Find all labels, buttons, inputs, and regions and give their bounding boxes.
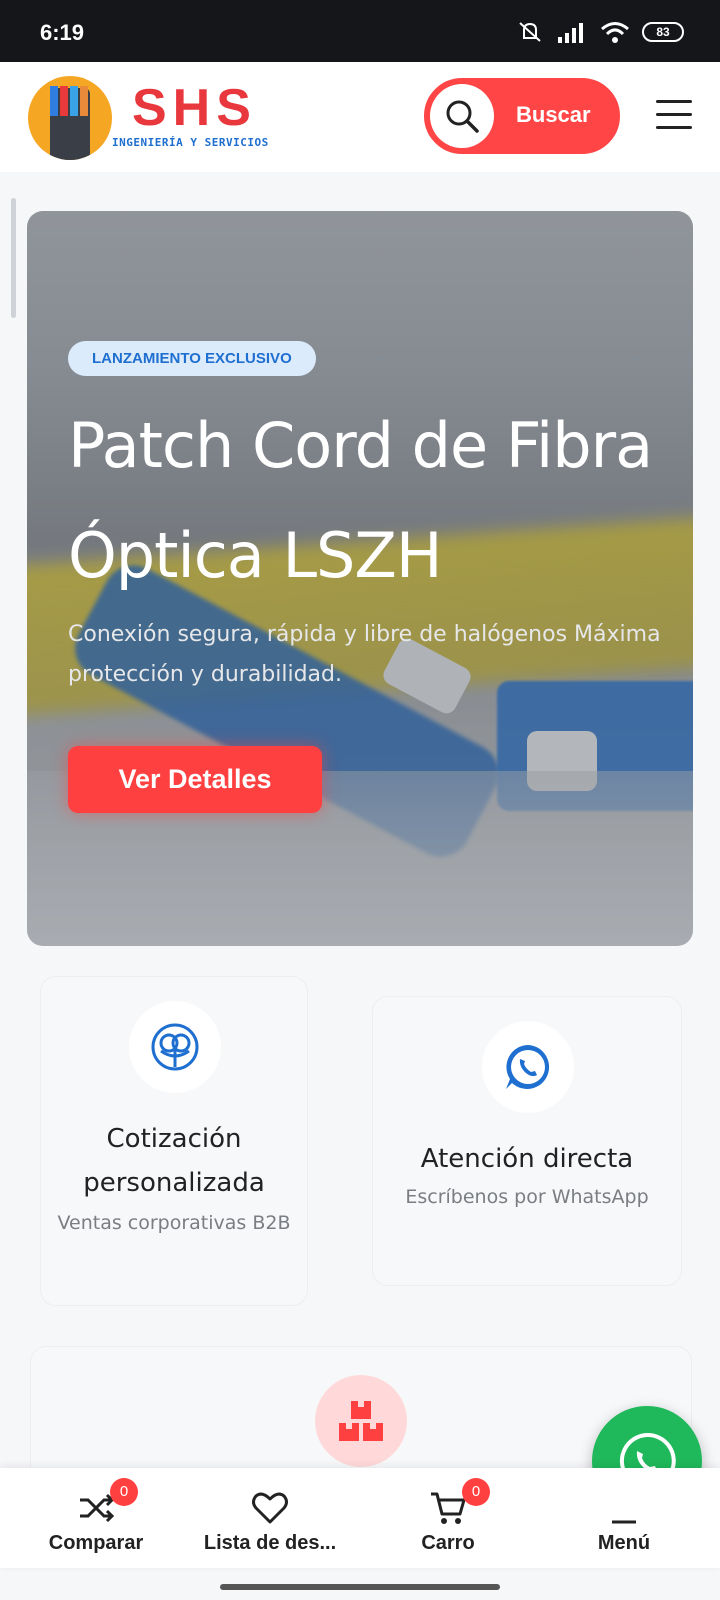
hero-description: Conexión segura, rápida y libre de halóg… bbox=[68, 622, 661, 687]
status-bar: 6:19 83 bbox=[0, 0, 720, 62]
nav-label: Lista de des... bbox=[203, 1532, 337, 1554]
logo-subtitle: INGENIERÍA Y SERVICIOS bbox=[112, 136, 269, 149]
boxes-icon-wrap bbox=[315, 1375, 407, 1467]
scrollbar[interactable] bbox=[11, 198, 16, 318]
feature-subtitle: Escríbenos por WhatsApp bbox=[405, 1186, 649, 1208]
nav-item-wishlist[interactable]: Lista de des... bbox=[180, 1468, 360, 1568]
menu-icon bbox=[612, 1520, 636, 1524]
hero-title: Patch Cord de Fibra Óptica LSZH bbox=[68, 409, 653, 592]
feature-card-whatsapp[interactable]: Atención directa Escríbenos por WhatsApp bbox=[372, 996, 682, 1286]
feature-subtitle: Ventas corporativas B2B bbox=[57, 1212, 291, 1234]
search-button[interactable]: Buscar bbox=[424, 78, 620, 154]
boxes-icon bbox=[339, 1401, 383, 1441]
nav-item-menu[interactable]: Menú bbox=[534, 1468, 714, 1568]
mute-icon bbox=[519, 22, 541, 42]
nav-label: Comparar bbox=[48, 1532, 144, 1554]
ver-detalles-button[interactable]: Ver Detalles bbox=[68, 746, 322, 813]
logo-text: SHS bbox=[132, 79, 257, 137]
hero-badge: LANZAMIENTO EXCLUSIVO bbox=[68, 341, 316, 376]
site-logo[interactable]: SHS INGENIERÍA Y SERVICIOS bbox=[28, 76, 288, 160]
status-time: 6:19 bbox=[40, 20, 85, 45]
heart-icon bbox=[252, 1492, 288, 1524]
search-label: Buscar bbox=[516, 102, 591, 127]
status-icons: 83 bbox=[516, 20, 684, 44]
whatsapp-icon bbox=[506, 1045, 550, 1089]
compare-count-badge: 0 bbox=[110, 1478, 138, 1506]
wifi-icon bbox=[601, 22, 629, 43]
hero-banner: LANZAMIENTO EXCLUSIVO Patch Cord de Fibr… bbox=[27, 211, 693, 946]
nav-item-compare[interactable]: 0 Comparar bbox=[6, 1468, 186, 1568]
cart-count-badge: 0 bbox=[462, 1478, 490, 1506]
feature-card-quote[interactable]: Cotización personalizada Ventas corporat… bbox=[40, 976, 308, 1306]
site-header: SHS INGENIERÍA Y SERVICIOS Buscar bbox=[0, 62, 720, 172]
search-icon bbox=[446, 100, 479, 133]
quote-icon-wrap bbox=[129, 1001, 221, 1093]
nav-label: Carro bbox=[421, 1532, 475, 1554]
quote-icon bbox=[151, 1023, 199, 1071]
search-icon-wrap bbox=[430, 84, 494, 148]
signal-icon bbox=[558, 23, 583, 43]
feature-title: Cotización personalizada bbox=[83, 1124, 265, 1198]
hamburger-menu-icon[interactable] bbox=[656, 100, 692, 130]
nav-item-cart[interactable]: 0 Carro bbox=[358, 1468, 538, 1568]
battery-indicator: 83 bbox=[642, 22, 684, 42]
logo-cable-icon bbox=[28, 76, 112, 160]
home-indicator[interactable] bbox=[220, 1584, 500, 1590]
feature-title: Atención directa bbox=[420, 1144, 634, 1174]
whatsapp-icon-wrap bbox=[482, 1021, 574, 1113]
bottom-navigation: 0 Comparar Lista de des... 0 Carro Menú bbox=[0, 1468, 720, 1568]
nav-label: Menú bbox=[597, 1532, 651, 1554]
